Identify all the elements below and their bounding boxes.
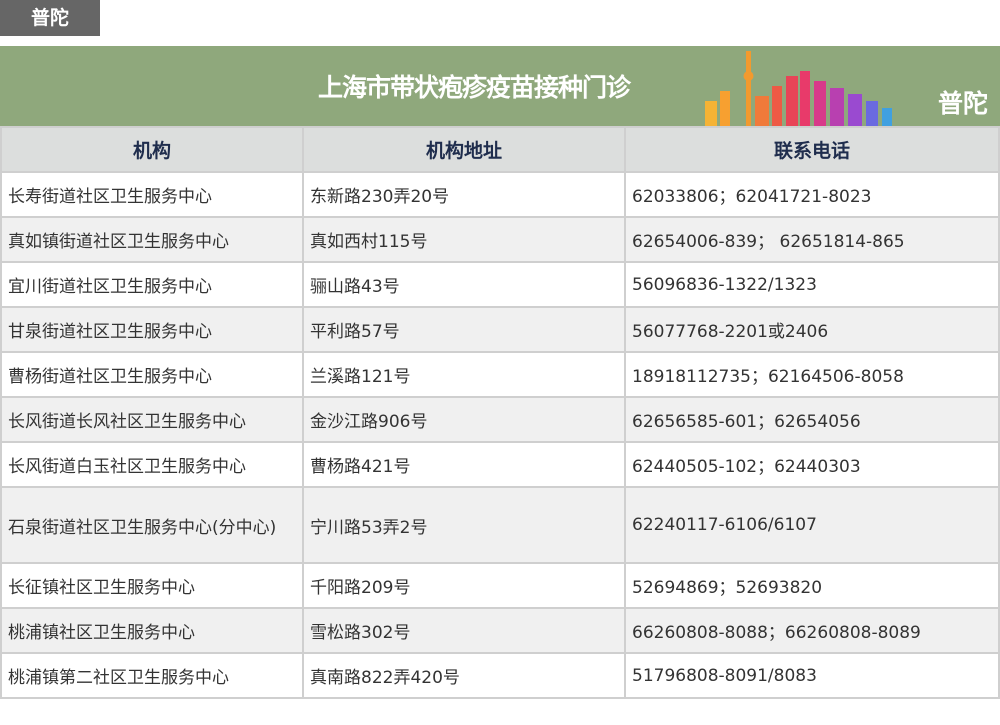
cell-address: 千阳路209号 [302, 562, 626, 609]
cell-phone: 62240117-6106/6107 [624, 486, 1000, 564]
cell-address: 曹杨路421号 [302, 441, 626, 488]
cell-institution: 石泉街道社区卫生服务中心(分中心) [0, 486, 304, 564]
header-address: 机构地址 [302, 126, 626, 173]
header-phone: 联系电话 [624, 126, 1000, 173]
banner-district: 普陀 [937, 89, 988, 118]
cell-address: 真如西村115号 [302, 216, 626, 263]
cell-institution: 桃浦镇社区卫生服务中心 [0, 607, 304, 654]
cell-phone: 62033806；62041721-8023 [624, 171, 1000, 218]
cell-phone: 52694869；52693820 [624, 562, 1000, 609]
cell-phone: 62654006-839； 62651814-865 [624, 216, 1000, 263]
clinic-table: 机构 机构地址 联系电话 长寿街道社区卫生服务中心 东新路230弄20号 62033… [0, 126, 1000, 699]
cell-phone: 62440505-102；62440303 [624, 441, 1000, 488]
cell-institution: 长风街道长风社区卫生服务中心 [0, 396, 304, 443]
cell-address: 真南路822弄420号 [302, 652, 626, 699]
cell-institution: 长风街道白玉社区卫生服务中心 [0, 441, 304, 488]
district-tag: 普陀 [0, 0, 100, 36]
cell-address: 兰溪路121号 [302, 351, 626, 398]
cell-phone: 51796808-8091/8083 [624, 652, 1000, 699]
table-row: 真如镇街道社区卫生服务中心 真如西村115号 62654006-839； 62651… [0, 216, 1000, 263]
cell-phone: 62656585-601；62654056 [624, 396, 1000, 443]
cell-institution: 长寿街道社区卫生服务中心 [0, 171, 304, 218]
cell-institution: 曹杨街道社区卫生服务中心 [0, 351, 304, 398]
cell-address: 雪松路302号 [302, 607, 626, 654]
cell-institution: 长征镇社区卫生服务中心 [0, 562, 304, 609]
cell-address: 金沙江路906号 [302, 396, 626, 443]
cell-phone: 56096836-1322/1323 [624, 261, 1000, 308]
header-institution: 机构 [0, 126, 304, 173]
banner: 上海市带状疱疹疫苗接种门诊 普陀 [0, 46, 1000, 126]
cell-address: 宁川路53弄2号 [302, 486, 626, 564]
cell-phone: 56077768-2201或2406 [624, 306, 1000, 353]
table-row: 桃浦镇第二社区卫生服务中心 真南路822弄420号 51796808-8091/80… [0, 652, 1000, 699]
table-row: 甘泉街道社区卫生服务中心 平利路57号 56077768-2201或2406 [0, 306, 1000, 353]
table-row: 曹杨街道社区卫生服务中心 兰溪路121号 18918112735；62164506-… [0, 351, 1000, 398]
table-row: 宜川街道社区卫生服务中心 骊山路43号 56096836-1322/1323 [0, 261, 1000, 308]
cell-address: 东新路230弄20号 [302, 171, 626, 218]
cell-institution: 真如镇街道社区卫生服务中心 [0, 216, 304, 263]
cell-address: 骊山路43号 [302, 261, 626, 308]
cell-address: 平利路57号 [302, 306, 626, 353]
table-row: 桃浦镇社区卫生服务中心 雪松路302号 66260808-8088；66260808… [0, 607, 1000, 654]
cell-institution: 甘泉街道社区卫生服务中心 [0, 306, 304, 353]
table-row: 长风街道长风社区卫生服务中心 金沙江路906号 62656585-601；62654… [0, 396, 1000, 443]
cell-institution: 桃浦镇第二社区卫生服务中心 [0, 652, 304, 699]
table-row: 长寿街道社区卫生服务中心 东新路230弄20号 62033806；62041721-… [0, 171, 1000, 218]
table-row: 长风街道白玉社区卫生服务中心 曹杨路421号 62440505-102；624403… [0, 441, 1000, 488]
cell-phone: 66260808-8088；66260808-8089 [624, 607, 1000, 654]
skyline-illustration [705, 51, 892, 126]
cell-phone: 18918112735；62164506-8058 [624, 351, 1000, 398]
table-row: 长征镇社区卫生服务中心 千阳路209号 52694869；52693820 [0, 562, 1000, 609]
table-row: 石泉街道社区卫生服务中心(分中心) 宁川路53弄2号 62240117-6106/6… [0, 486, 1000, 564]
banner-title: 上海市带状疱疹疫苗接种门诊 [318, 73, 631, 102]
cell-institution: 宜川街道社区卫生服务中心 [0, 261, 304, 308]
